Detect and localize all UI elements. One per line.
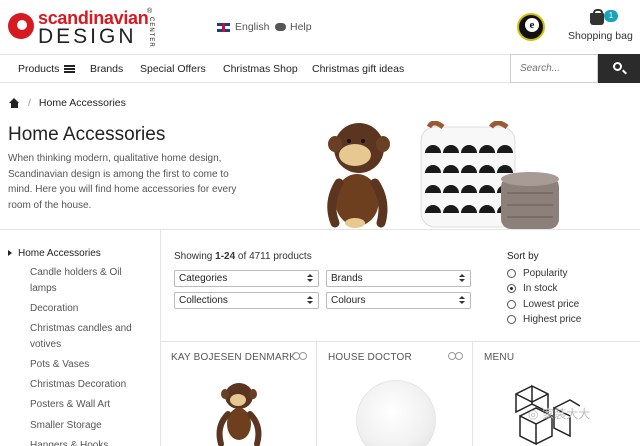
wooden-monkey-figure xyxy=(327,123,390,228)
nav-item-products[interactable]: Products xyxy=(18,63,76,75)
select-arrows-icon xyxy=(307,296,313,305)
product-image-monkey[interactable] xyxy=(211,380,267,446)
sort-option-label: In stock xyxy=(523,283,558,294)
logo-registered-mark: ® xyxy=(147,8,153,15)
trusted-shop-icon[interactable] xyxy=(517,13,545,41)
chat-icon xyxy=(275,23,286,31)
results-total: 4711 xyxy=(249,251,271,262)
help-link[interactable]: Help xyxy=(275,21,312,33)
sidebar-item-candle-holders[interactable]: Candle holders & Oil lamps xyxy=(30,265,150,296)
page-intro: When thinking modern, qualitative home d… xyxy=(8,153,237,211)
sidebar-item-posters[interactable]: Posters & Wall Art xyxy=(30,397,150,413)
sort-option-highest-price[interactable]: Highest price xyxy=(507,314,581,325)
nav-item-christmas-shop[interactable]: Christmas Shop xyxy=(223,63,298,75)
product-card[interactable]: HOUSE DOCTOR xyxy=(318,342,473,446)
breadcrumb-current[interactable]: Home Accessories xyxy=(39,97,126,109)
shopping-bag-icon xyxy=(590,9,604,25)
nav-item-brands[interactable]: Brands xyxy=(90,63,123,75)
sidebar-item-christmas-candles[interactable]: Christmas candles and votives xyxy=(30,321,150,352)
product-card[interactable]: KAY BOJESEN DENMARK xyxy=(161,342,317,446)
logo-mark-icon xyxy=(8,13,34,39)
brands-select[interactable]: Brands xyxy=(326,270,471,287)
flag-uk-icon xyxy=(217,22,230,32)
main-nav: Products Brands Special Offers Christmas… xyxy=(0,54,640,83)
breadcrumb: / Home Accessories xyxy=(9,97,126,109)
help-label: Help xyxy=(290,21,312,33)
home-icon[interactable] xyxy=(9,98,20,108)
bag-count-badge: 1 xyxy=(604,10,618,22)
sidebar-item-smaller-storage[interactable]: Smaller Storage xyxy=(30,418,150,434)
site-header: scandinavian DESIGN CENTER ® English Hel… xyxy=(0,0,640,54)
product-image-lamp[interactable] xyxy=(356,380,436,446)
product-card[interactable]: MENU xyxy=(474,342,640,446)
sort-title: Sort by xyxy=(507,251,539,262)
radio-selected-icon xyxy=(507,284,516,293)
select-arrows-icon xyxy=(307,274,313,283)
sort-option-label: Highest price xyxy=(523,314,582,325)
search-button[interactable] xyxy=(598,54,640,83)
grey-votive xyxy=(501,172,559,229)
shopping-bag-button[interactable]: 1 Shopping bag xyxy=(568,9,634,44)
nav-item-special-offers[interactable]: Special Offers xyxy=(140,63,206,75)
product-brand: HOUSE DOCTOR xyxy=(328,352,412,363)
radio-icon xyxy=(507,315,516,324)
results-count: Showing 1-24 of 4711 products xyxy=(174,251,312,262)
nav-item-christmas-gift-ideas[interactable]: Christmas gift ideas xyxy=(312,63,404,75)
search-input[interactable] xyxy=(511,55,597,82)
sort-option-lowest-price[interactable]: Lowest price xyxy=(507,299,579,310)
results-range: 1-24 xyxy=(215,251,236,262)
section-divider xyxy=(0,229,640,230)
product-brand: KAY BOJESEN DENMARK xyxy=(171,352,297,363)
sidebar-heading[interactable]: Home Accessories xyxy=(8,248,101,259)
sort-option-label: Popularity xyxy=(523,268,568,279)
sort-option-popularity[interactable]: Popularity xyxy=(507,268,567,279)
logo-text-bottom: DESIGN xyxy=(38,25,137,48)
sidebar-item-pots-vases[interactable]: Pots & Vases xyxy=(30,357,150,373)
shopping-bag-label: Shopping bag xyxy=(568,30,633,42)
language-selector[interactable]: English xyxy=(217,21,269,33)
breadcrumb-separator: / xyxy=(28,97,31,109)
sidebar-heading-label: Home Accessories xyxy=(18,248,101,259)
sidebar-item-christmas-decoration[interactable]: Christmas Decoration xyxy=(30,377,150,393)
colours-select[interactable]: Colours xyxy=(326,292,471,309)
categories-select-value: Categories xyxy=(179,273,228,284)
search-box xyxy=(510,54,598,83)
collections-select[interactable]: Collections xyxy=(174,292,319,309)
hero-image xyxy=(327,121,559,229)
compare-icon[interactable] xyxy=(292,352,307,360)
select-arrows-icon xyxy=(459,296,465,305)
categories-select[interactable]: Categories xyxy=(174,270,319,287)
results-suffix: products xyxy=(270,251,312,262)
search-icon xyxy=(613,62,622,71)
patterned-basket xyxy=(420,121,516,228)
radio-icon xyxy=(507,300,516,309)
results-middle: of xyxy=(235,251,250,262)
site-logo[interactable]: scandinavian DESIGN CENTER ® xyxy=(8,8,158,48)
language-label: English xyxy=(235,21,270,33)
collections-select-value: Collections xyxy=(179,295,228,306)
page-title: Home Accessories xyxy=(8,124,166,145)
logo-text-side: CENTER xyxy=(148,17,154,48)
brands-select-value: Brands xyxy=(331,273,363,284)
sidebar-item-hangers-hooks[interactable]: Hangers & Hooks xyxy=(30,438,150,446)
sort-option-label: Lowest price xyxy=(523,299,580,310)
watermark: ◎ 家装大大 xyxy=(528,407,591,421)
compare-icon[interactable] xyxy=(448,352,463,360)
nav-item-label: Products xyxy=(18,63,60,75)
sort-option-in-stock[interactable]: In stock xyxy=(507,283,557,294)
radio-icon xyxy=(507,269,516,278)
select-arrows-icon xyxy=(459,274,465,283)
results-prefix: Showing xyxy=(174,251,216,262)
sidebar-item-decoration[interactable]: Decoration xyxy=(30,301,150,317)
product-brand: MENU xyxy=(484,352,515,363)
hamburger-icon xyxy=(64,65,76,74)
colours-select-value: Colours xyxy=(331,295,366,306)
